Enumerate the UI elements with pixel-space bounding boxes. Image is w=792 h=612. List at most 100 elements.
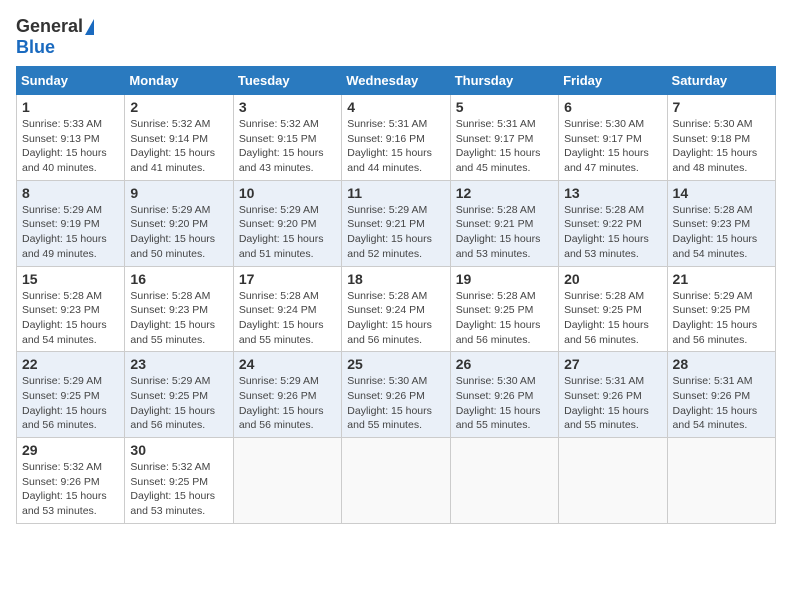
day-number: 25 xyxy=(347,356,444,372)
day-number: 26 xyxy=(456,356,553,372)
day-number: 5 xyxy=(456,99,553,115)
day-info: Sunrise: 5:28 AMSunset: 9:23 PMDaylight:… xyxy=(673,203,770,262)
calendar-day-21: 21 Sunrise: 5:29 AMSunset: 9:25 PMDayligh… xyxy=(667,266,775,352)
day-number: 13 xyxy=(564,185,661,201)
day-number: 7 xyxy=(673,99,770,115)
calendar-day-7: 7 Sunrise: 5:30 AMSunset: 9:18 PMDaylight… xyxy=(667,95,775,181)
calendar-day-26: 26 Sunrise: 5:30 AMSunset: 9:26 PMDayligh… xyxy=(450,352,558,438)
day-info: Sunrise: 5:31 AMSunset: 9:26 PMDaylight:… xyxy=(673,374,770,433)
header-area: General Blue xyxy=(16,16,776,58)
day-info: Sunrise: 5:33 AMSunset: 9:13 PMDaylight:… xyxy=(22,117,119,176)
calendar-day-16: 16 Sunrise: 5:28 AMSunset: 9:23 PMDayligh… xyxy=(125,266,233,352)
day-info: Sunrise: 5:31 AMSunset: 9:17 PMDaylight:… xyxy=(456,117,553,176)
day-info: Sunrise: 5:29 AMSunset: 9:26 PMDaylight:… xyxy=(239,374,336,433)
day-info: Sunrise: 5:29 AMSunset: 9:20 PMDaylight:… xyxy=(130,203,227,262)
day-number: 20 xyxy=(564,271,661,287)
day-info: Sunrise: 5:30 AMSunset: 9:26 PMDaylight:… xyxy=(456,374,553,433)
calendar-day-30: 30 Sunrise: 5:32 AMSunset: 9:25 PMDayligh… xyxy=(125,438,233,524)
logo-general-text: General xyxy=(16,16,83,37)
calendar-day-6: 6 Sunrise: 5:30 AMSunset: 9:17 PMDaylight… xyxy=(559,95,667,181)
calendar-day-27: 27Sunrise: 5:31 AMSunset: 9:26 PMDayligh… xyxy=(559,352,667,438)
calendar-week-5: 29 Sunrise: 5:32 AMSunset: 9:26 PMDayligh… xyxy=(17,438,776,524)
day-number: 6 xyxy=(564,99,661,115)
day-number: 21 xyxy=(673,271,770,287)
calendar-day-14: 14 Sunrise: 5:28 AMSunset: 9:23 PMDayligh… xyxy=(667,180,775,266)
day-number: 11 xyxy=(347,185,444,201)
weekday-header-sunday: Sunday xyxy=(17,67,125,95)
day-number: 19 xyxy=(456,271,553,287)
day-info: Sunrise: 5:28 AMSunset: 9:25 PMDaylight:… xyxy=(456,289,553,348)
calendar-day-17: 17 Sunrise: 5:28 AMSunset: 9:24 PMDayligh… xyxy=(233,266,341,352)
day-number: 14 xyxy=(673,185,770,201)
weekday-header-saturday: Saturday xyxy=(667,67,775,95)
day-number: 12 xyxy=(456,185,553,201)
calendar-day-22: 22Sunrise: 5:29 AMSunset: 9:25 PMDayligh… xyxy=(17,352,125,438)
calendar-week-3: 15Sunrise: 5:28 AMSunset: 9:23 PMDayligh… xyxy=(17,266,776,352)
calendar-week-2: 8Sunrise: 5:29 AMSunset: 9:19 PMDaylight… xyxy=(17,180,776,266)
day-info: Sunrise: 5:28 AMSunset: 9:24 PMDaylight:… xyxy=(347,289,444,348)
day-info: Sunrise: 5:28 AMSunset: 9:21 PMDaylight:… xyxy=(456,203,553,262)
logo: General Blue xyxy=(16,16,94,58)
calendar-day-9: 9Sunrise: 5:29 AMSunset: 9:20 PMDaylight… xyxy=(125,180,233,266)
calendar-week-4: 22 Sunrise: 5:29 AMSunset: 9:25 PMDayligh… xyxy=(17,352,776,438)
day-number: 28 xyxy=(673,356,770,372)
day-number: 17 xyxy=(239,271,336,287)
day-number: 18 xyxy=(347,271,444,287)
calendar-day-4: 4 Sunrise: 5:31 AMSunset: 9:16 PMDaylight… xyxy=(342,95,450,181)
weekday-header-tuesday: Tuesday xyxy=(233,67,341,95)
empty-cell xyxy=(450,438,558,524)
calendar-day-5: 5 Sunrise: 5:31 AMSunset: 9:17 PMDaylight… xyxy=(450,95,558,181)
day-info: Sunrise: 5:29 AMSunset: 9:19 PMDaylight:… xyxy=(22,203,119,262)
calendar-day-11: 11 Sunrise: 5:29 AMSunset: 9:21 PMDayligh… xyxy=(342,180,450,266)
empty-cell xyxy=(559,438,667,524)
calendar-day-18: 18 Sunrise: 5:28 AMSunset: 9:24 PMDayligh… xyxy=(342,266,450,352)
day-info: Sunrise: 5:32 AMSunset: 9:25 PMDaylight:… xyxy=(130,460,227,519)
day-info: Sunrise: 5:29 AMSunset: 9:21 PMDaylight:… xyxy=(347,203,444,262)
calendar-day-12: 12 Sunrise: 5:28 AMSunset: 9:21 PMDayligh… xyxy=(450,180,558,266)
calendar-day-25: 25 Sunrise: 5:30 AMSunset: 9:26 PMDayligh… xyxy=(342,352,450,438)
day-number: 1 xyxy=(22,99,119,115)
day-number: 27 xyxy=(564,356,661,372)
day-number: 4 xyxy=(347,99,444,115)
day-number: 22 xyxy=(22,356,119,372)
day-number: 23 xyxy=(130,356,227,372)
day-info: Sunrise: 5:31 AMSunset: 9:16 PMDaylight:… xyxy=(347,117,444,176)
page-container: General Blue SundayMondayTuesdayWednesda… xyxy=(16,16,776,524)
day-number: 2 xyxy=(130,99,227,115)
day-info: Sunrise: 5:30 AMSunset: 9:26 PMDaylight:… xyxy=(347,374,444,433)
day-number: 16 xyxy=(130,271,227,287)
day-number: 3 xyxy=(239,99,336,115)
day-info: Sunrise: 5:30 AMSunset: 9:17 PMDaylight:… xyxy=(564,117,661,176)
day-info: Sunrise: 5:32 AMSunset: 9:14 PMDaylight:… xyxy=(130,117,227,176)
day-info: Sunrise: 5:29 AMSunset: 9:25 PMDaylight:… xyxy=(130,374,227,433)
day-info: Sunrise: 5:28 AMSunset: 9:24 PMDaylight:… xyxy=(239,289,336,348)
calendar-table: SundayMondayTuesdayWednesdayThursdayFrid… xyxy=(16,66,776,524)
day-number: 29 xyxy=(22,442,119,458)
day-info: Sunrise: 5:30 AMSunset: 9:18 PMDaylight:… xyxy=(673,117,770,176)
day-number: 24 xyxy=(239,356,336,372)
calendar-day-1: 1 Sunrise: 5:33 AMSunset: 9:13 PMDaylight… xyxy=(17,95,125,181)
calendar-day-2: 2 Sunrise: 5:32 AMSunset: 9:14 PMDaylight… xyxy=(125,95,233,181)
calendar-day-15: 15Sunrise: 5:28 AMSunset: 9:23 PMDayligh… xyxy=(17,266,125,352)
empty-cell xyxy=(342,438,450,524)
day-info: Sunrise: 5:29 AMSunset: 9:20 PMDaylight:… xyxy=(239,203,336,262)
empty-cell xyxy=(233,438,341,524)
empty-cell xyxy=(667,438,775,524)
day-info: Sunrise: 5:28 AMSunset: 9:23 PMDaylight:… xyxy=(130,289,227,348)
calendar-day-13: 13Sunrise: 5:28 AMSunset: 9:22 PMDayligh… xyxy=(559,180,667,266)
day-info: Sunrise: 5:32 AMSunset: 9:26 PMDaylight:… xyxy=(22,460,119,519)
logo-triangle-icon xyxy=(85,19,94,35)
day-info: Sunrise: 5:29 AMSunset: 9:25 PMDaylight:… xyxy=(673,289,770,348)
day-number: 30 xyxy=(130,442,227,458)
calendar-day-19: 19 Sunrise: 5:28 AMSunset: 9:25 PMDayligh… xyxy=(450,266,558,352)
calendar-day-24: 24 Sunrise: 5:29 AMSunset: 9:26 PMDayligh… xyxy=(233,352,341,438)
calendar-day-3: 3 Sunrise: 5:32 AMSunset: 9:15 PMDaylight… xyxy=(233,95,341,181)
day-number: 10 xyxy=(239,185,336,201)
weekday-header-thursday: Thursday xyxy=(450,67,558,95)
day-info: Sunrise: 5:28 AMSunset: 9:25 PMDaylight:… xyxy=(564,289,661,348)
day-info: Sunrise: 5:28 AMSunset: 9:23 PMDaylight:… xyxy=(22,289,119,348)
calendar-day-29: 29 Sunrise: 5:32 AMSunset: 9:26 PMDayligh… xyxy=(17,438,125,524)
calendar-day-23: 23 Sunrise: 5:29 AMSunset: 9:25 PMDayligh… xyxy=(125,352,233,438)
day-info: Sunrise: 5:32 AMSunset: 9:15 PMDaylight:… xyxy=(239,117,336,176)
calendar-day-20: 20 Sunrise: 5:28 AMSunset: 9:25 PMDayligh… xyxy=(559,266,667,352)
